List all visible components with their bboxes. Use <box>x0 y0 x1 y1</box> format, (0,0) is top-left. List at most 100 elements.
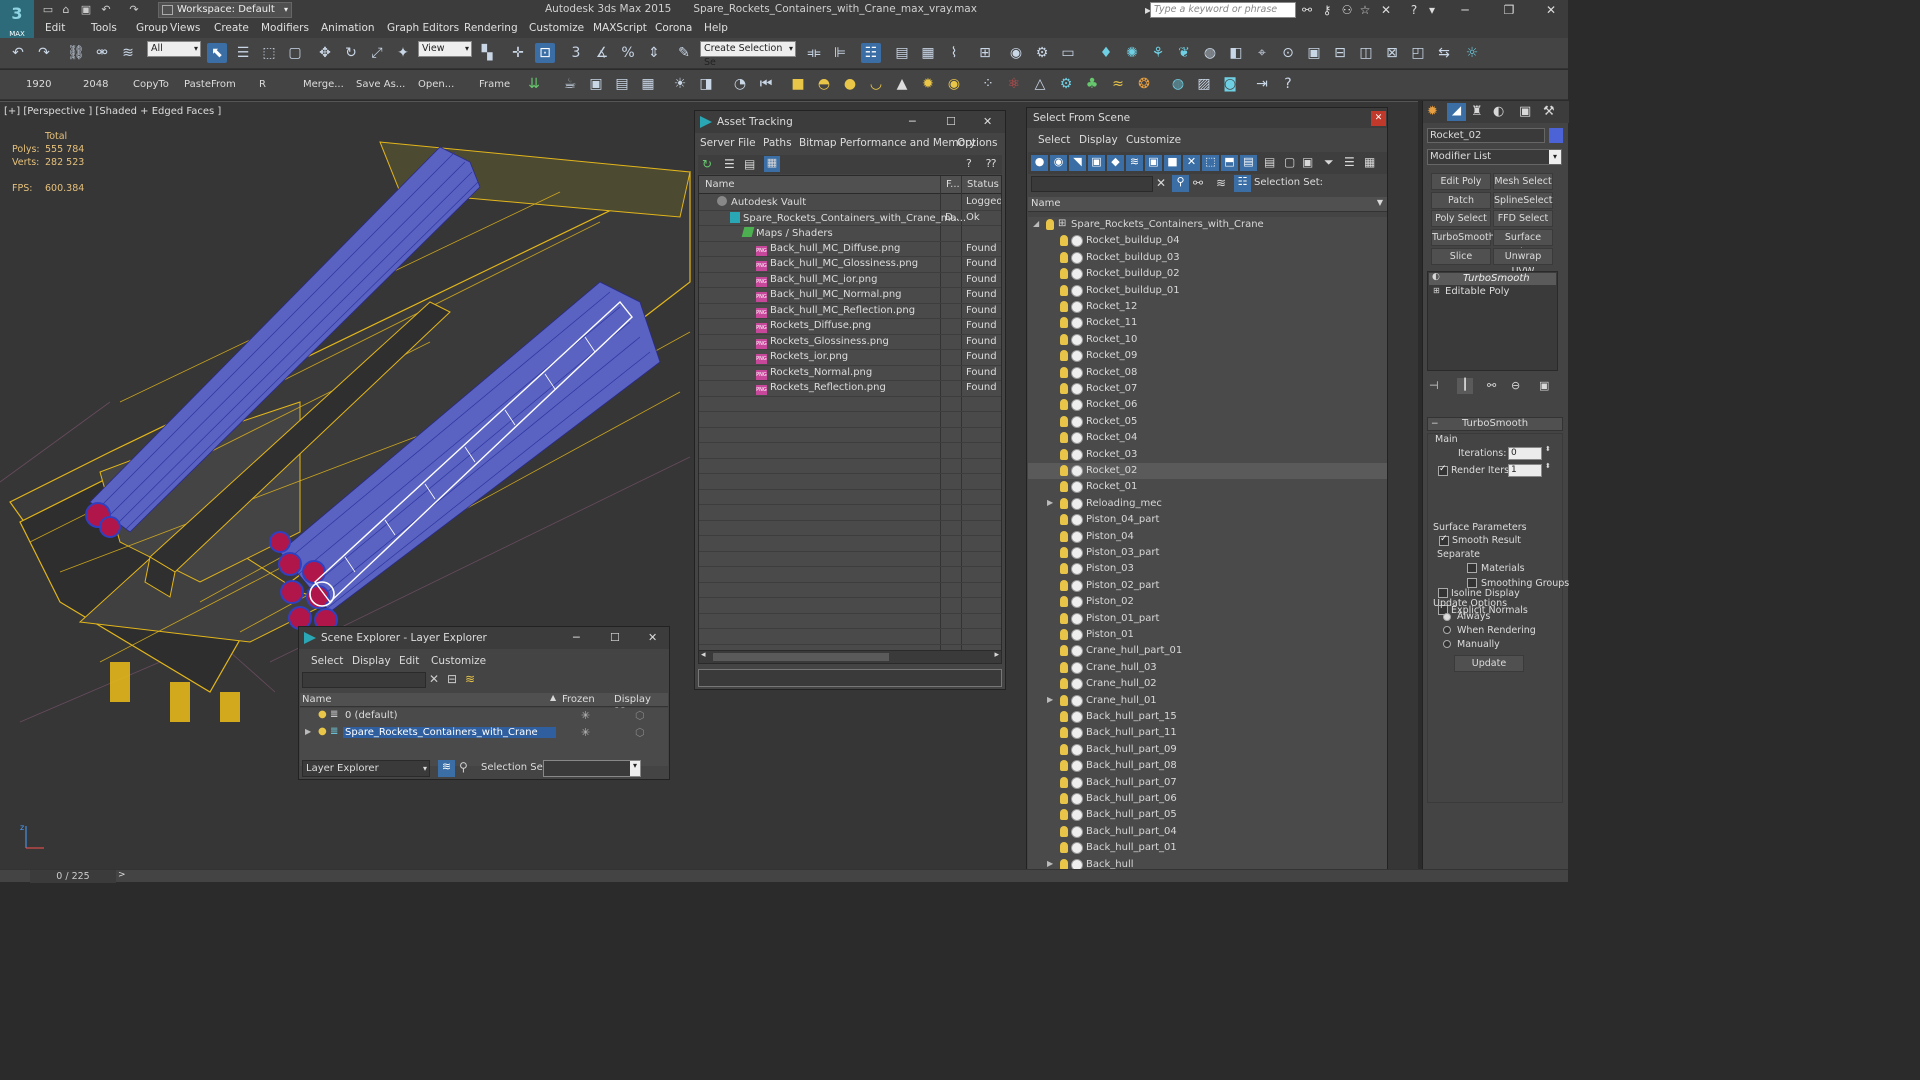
display-tab-icon[interactable]: ▣ <box>1519 104 1531 119</box>
bulb-icon[interactable]: ● <box>318 709 327 720</box>
new-file-icon[interactable]: ▭ <box>40 2 56 17</box>
turbosmooth-rollout-header[interactable]: − TurboSmooth <box>1427 417 1563 431</box>
reference-coordinate-dropdown[interactable]: View ▾ <box>418 41 472 57</box>
column-name[interactable]: Name <box>302 694 332 705</box>
sphere-icon[interactable]: ◍ <box>1200 43 1220 63</box>
bulb-icon[interactable] <box>1060 301 1068 312</box>
stack-item-turbosmooth[interactable]: ◐ TurboSmooth <box>1429 272 1556 285</box>
filter-icon[interactable]: ⏷ <box>1324 155 1334 170</box>
asset-row[interactable]: PNG Rockets_Reflection.png Found <box>699 381 1001 397</box>
asset-row[interactable]: PNG Back_hull_MC_Diffuse.png Found <box>699 242 1001 257</box>
menu-item-paths[interactable]: Paths <box>763 137 792 149</box>
scene-object-row[interactable]: Piston_01_part <box>1028 611 1387 627</box>
tree-icon[interactable]: ▤ <box>744 157 755 171</box>
lightbulb-icon[interactable]: ◐ <box>1432 272 1440 282</box>
hierarchy-icon[interactable]: ⚲ <box>459 760 468 774</box>
select-manipulate-icon[interactable]: ✛ <box>508 43 528 63</box>
bulb-icon[interactable] <box>1060 743 1068 755</box>
expand-plus-icon[interactable]: ⊞ <box>1433 286 1440 295</box>
freeze-icon[interactable]: ✳ <box>581 709 590 722</box>
snaps-toggle-icon[interactable]: 3 <box>566 43 586 63</box>
scroll-right-icon[interactable]: ▸ <box>994 650 999 660</box>
bowl-icon[interactable]: ◡ <box>866 74 886 94</box>
place-icon[interactable]: ✦ <box>393 43 413 63</box>
scene-object-row[interactable]: Crane_hull_02 <box>1028 676 1387 692</box>
angle-snap-icon[interactable]: ∡ <box>592 43 612 63</box>
scene-root-row[interactable]: ◢ ⊞ Spare_Rockets_Containers_with_Crane <box>1028 217 1387 233</box>
object-color-swatch[interactable] <box>1549 128 1563 143</box>
bulb-icon[interactable] <box>1060 366 1068 378</box>
render-icon[interactable]: ▣ <box>1304 43 1324 63</box>
copy-to-button[interactable]: CopyTo <box>133 79 169 90</box>
display-cameras-icon[interactable]: ▣ <box>1088 155 1105 171</box>
display-helpers-icon[interactable]: ◆ <box>1107 155 1124 171</box>
menu-item-options[interactable]: Options <box>957 137 998 149</box>
menu-item-views[interactable]: Views <box>170 22 200 34</box>
layers-icon[interactable]: ≋ <box>465 672 475 686</box>
close-icon[interactable]: ✕ <box>1371 111 1386 126</box>
link-icon[interactable]: ⛓ <box>66 43 86 63</box>
horizontal-scrollbar[interactable]: ◂ ▸ <box>698 650 1002 664</box>
explorer-type-dropdown[interactable]: Layer Explorer ▾ <box>302 760 430 777</box>
save-as-button[interactable]: Save As... <box>356 79 405 90</box>
find-icon[interactable]: ⊟ <box>447 672 457 686</box>
remove-modifier-icon[interactable]: ⊖ <box>1511 379 1520 392</box>
modifier-button-unwrap-uvw[interactable]: Unwrap UVW <box>1493 247 1553 277</box>
expand-arrow-icon[interactable]: ▶ <box>305 727 311 736</box>
bulb-icon[interactable] <box>1060 481 1068 493</box>
display-box-icon[interactable]: ⬡ <box>635 726 645 739</box>
schematic-view-icon[interactable]: ⊞ <box>975 43 995 63</box>
asset-row[interactable]: Maps / Shaders <box>699 226 1001 242</box>
modifier-button-poly-select[interactable]: Poly Select <box>1431 210 1491 228</box>
column-frozen[interactable]: Frozen <box>562 694 595 705</box>
bind-space-warp-icon[interactable]: ≋ <box>118 43 138 63</box>
scene-object-row[interactable]: ▶ Back_hull <box>1028 857 1387 869</box>
maximize-icon[interactable]: ☐ <box>610 627 620 649</box>
curve-editor-icon[interactable]: ⌇ <box>944 43 964 63</box>
layer-mode-icon[interactable]: ≋ <box>438 760 455 777</box>
scene-object-row[interactable]: Piston_02 <box>1028 594 1387 610</box>
export-icon[interactable]: ⇥ <box>1252 74 1272 94</box>
modifier-button-surface-select[interactable]: Surface Select <box>1493 229 1553 258</box>
star-icon[interactable]: ☆ <box>1357 2 1373 18</box>
scene-object-row[interactable]: Rocket_buildup_04 <box>1028 233 1387 249</box>
redo-icon[interactable]: ↷ <box>126 2 142 17</box>
menu-item-bitmap-performance-and-memory[interactable]: Bitmap Performance and Memory <box>799 137 976 149</box>
scrollbar-thumb[interactable] <box>713 653 889 661</box>
bulb-icon[interactable] <box>1060 596 1068 608</box>
scene-object-row[interactable]: Rocket_03 <box>1028 447 1387 463</box>
configure-sets-icon[interactable]: ▣ <box>1539 379 1549 392</box>
save-icon[interactable]: ▣ <box>78 2 94 17</box>
modifier-button-slice[interactable]: Slice <box>1431 247 1491 265</box>
pivot-center-icon[interactable]: ▚ <box>477 43 497 63</box>
update-button[interactable]: Update <box>1454 655 1524 672</box>
manually-radio[interactable] <box>1443 640 1451 648</box>
scale-icon[interactable]: ⤢ <box>367 43 387 63</box>
make-unique-icon[interactable]: ⚯ <box>1487 379 1496 392</box>
menu-item-select[interactable]: Select <box>1038 134 1070 146</box>
resolution-1920-button[interactable]: 1920 <box>26 79 51 90</box>
clock-icon[interactable]: ◔ <box>730 74 750 94</box>
menu-item-help[interactable]: Help <box>704 22 728 34</box>
help-icon[interactable]: ? <box>1278 74 1298 94</box>
scene-object-row[interactable]: ▶ Reloading_mec <box>1028 496 1387 512</box>
modify-tab-icon[interactable]: ◢ <box>1447 103 1466 121</box>
bulb-icon[interactable] <box>1060 432 1068 444</box>
sphere-icon[interactable]: ● <box>840 74 860 94</box>
selection-filter-dropdown[interactable]: All ▾ <box>147 41 201 57</box>
bulb-icon[interactable]: ● <box>318 726 327 737</box>
bulb-icon[interactable] <box>1060 727 1068 739</box>
plant-icon[interactable]: ♣ <box>1082 74 1102 94</box>
display-frozen-icon[interactable]: ⬒ <box>1221 155 1238 171</box>
sun-icon[interactable]: ✹ <box>918 74 938 94</box>
rectangular-selection-icon[interactable]: ⬚ <box>259 43 279 63</box>
bulb-icon[interactable] <box>1060 284 1068 296</box>
asset-row[interactable]: PNG Rockets_Glossiness.png Found <box>699 335 1001 350</box>
merge-button[interactable]: Merge... <box>303 79 344 90</box>
show-end-result-icon[interactable]: ┃ <box>1457 378 1473 394</box>
when-rendering-radio[interactable] <box>1443 626 1451 634</box>
scene-explorer-search-input[interactable] <box>302 672 426 688</box>
modifier-button-ffd-select[interactable]: FFD Select <box>1493 210 1553 228</box>
scene-object-row[interactable]: Rocket_buildup_01 <box>1028 283 1387 299</box>
help-icon[interactable]: ? <box>966 157 972 170</box>
